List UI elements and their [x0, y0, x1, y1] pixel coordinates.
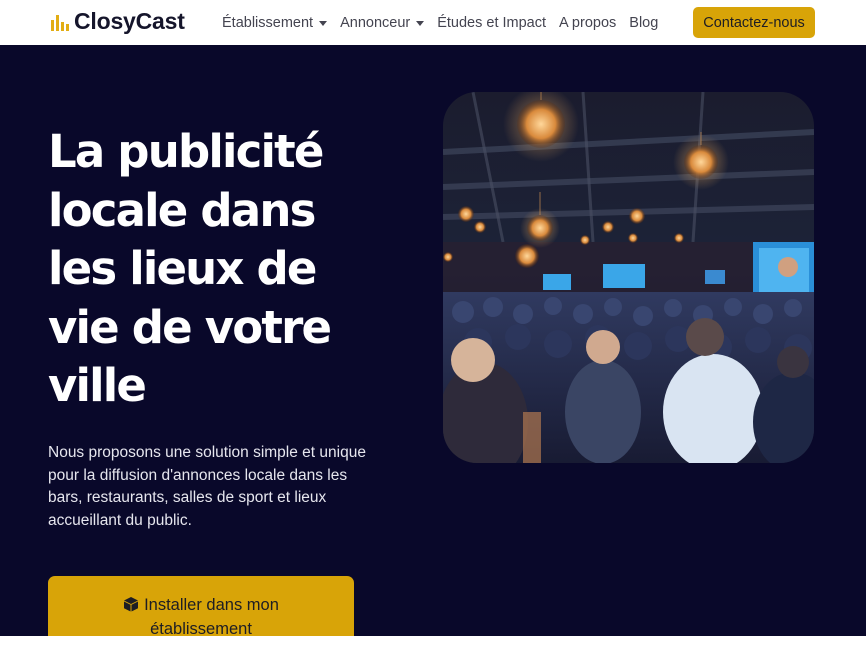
- nav-item-label: Annonceur: [340, 14, 411, 31]
- install-button[interactable]: Installer dans mon établissement: [48, 576, 354, 636]
- bars-logo-icon: [51, 14, 69, 31]
- brand-name: ClosyCast: [74, 8, 185, 34]
- nav-item-label: Blog: [629, 14, 659, 31]
- box-icon: [124, 596, 139, 611]
- page-bottom-strip: [0, 636, 866, 650]
- nav-item-etablissement[interactable]: Établissement: [222, 14, 328, 31]
- nav-item-label: Établissement: [222, 14, 314, 31]
- install-button-line1: Installer dans mon: [48, 593, 354, 617]
- navbar: ClosyCast Établissement Annonceur Études…: [0, 0, 866, 45]
- nav-item-annonceur[interactable]: Annonceur: [340, 14, 425, 31]
- nav-item-etudes[interactable]: Études et Impact: [437, 15, 546, 31]
- hero-bar-image: [443, 92, 814, 463]
- nav-item-blog[interactable]: Blog: [629, 15, 658, 31]
- hero-description: Nous proposons une solution simple et un…: [48, 444, 366, 529]
- hero-title: La publicité locale dans les lieux de vi…: [48, 125, 332, 412]
- nav-item-apropos[interactable]: A propos: [559, 15, 616, 31]
- caret-down-icon: [416, 20, 425, 26]
- install-button-label-2: établissement: [150, 619, 252, 637]
- bar-crowd-illustration: [443, 92, 814, 463]
- caret-down-icon: [319, 20, 328, 26]
- brand-link[interactable]: ClosyCast: [50, 8, 185, 35]
- install-button-label-1: Installer dans mon: [144, 595, 279, 614]
- nav-item-label: Études et Impact: [437, 14, 547, 31]
- nav-item-label: A propos: [559, 14, 617, 31]
- contact-button[interactable]: Contactez-nous: [693, 7, 815, 38]
- main-nav: Établissement Annonceur Études et Impact…: [222, 0, 671, 45]
- hero-section: La publicité locale dans les lieux de vi…: [0, 45, 866, 636]
